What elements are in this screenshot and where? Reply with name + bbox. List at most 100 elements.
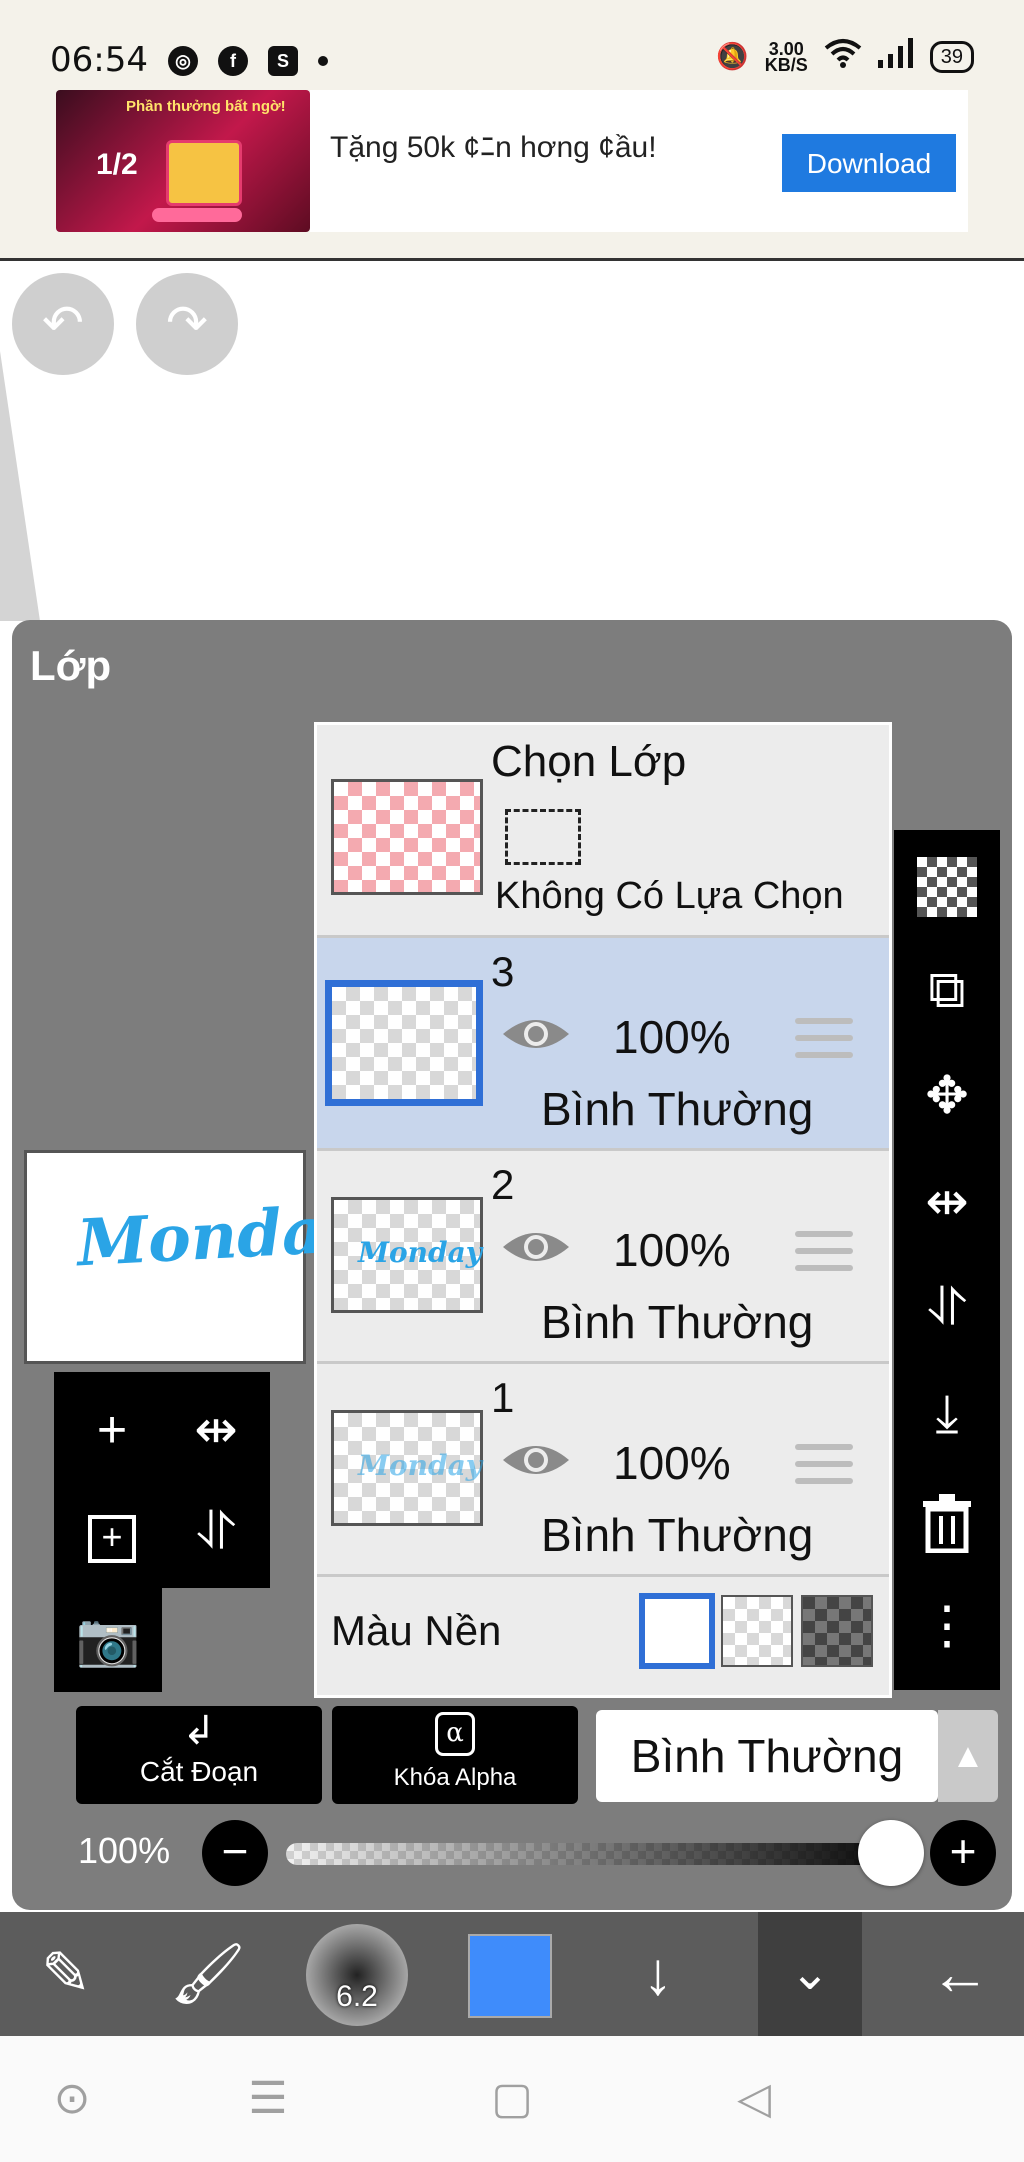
ad-text[interactable]: Tặng 50k ¢ﾆn hơng ¢ầu! [330, 122, 657, 166]
layer-number: 2 [491, 1161, 515, 1208]
status-bar: 06:54 ◎ f S 🔕 3.00 KB/S 39 [0, 0, 1024, 90]
ad-image-price: 1/2 [96, 148, 138, 181]
brush-eraser-switch-button[interactable]: ✎ [18, 1912, 114, 2036]
swap-tool-icon: ✎ [40, 1940, 92, 2007]
copy-layer-button[interactable]: + [64, 1484, 160, 1580]
square-icon: ▢ [491, 2074, 533, 2123]
home-nav-button[interactable]: ▢ [472, 2036, 552, 2162]
background-white-swatch[interactable] [639, 1593, 715, 1669]
layer-thumbnail [325, 980, 483, 1106]
flip-vertical-right-button[interactable]: ⥯ [894, 1258, 1000, 1358]
layer-opacity: 100% [613, 1011, 731, 1063]
layer-row-3[interactable]: 3 100% Bình Thường [317, 938, 889, 1151]
selection-status: Không Có Lựa Chọn [495, 875, 844, 917]
layer-thumbnail-artwork: Monday [358, 1449, 483, 1482]
canvas-preview[interactable]: Monday [24, 1150, 362, 1364]
layer-thumbnail: Monday [331, 1410, 483, 1526]
selection-layer-row[interactable]: Chọn Lớp Không Có Lựa Chọn [317, 725, 889, 938]
mute-icon: 🔕 [716, 41, 749, 71]
visibility-eye-icon[interactable] [501, 1440, 571, 1480]
transparency-button[interactable] [894, 834, 1000, 934]
drag-handle-icon[interactable] [795, 1018, 853, 1064]
background-label: Màu Nền [331, 1607, 502, 1654]
delete-layer-button[interactable] [894, 1470, 1000, 1570]
net-speed-unit: KB/S [764, 54, 808, 75]
brush-size-value: 6.2 [336, 1980, 378, 2013]
opacity-slider-knob[interactable] [858, 1820, 924, 1886]
copy-layer-icon: + [88, 1515, 136, 1563]
assistant-nav-button[interactable]: ⊙ [32, 2036, 112, 2162]
ad-image-caption: Phần thưởng bất ngờ! [126, 98, 286, 115]
layer-right-toolbar: ⧉ ✥ ⇹ ⥯ ⤓ ⋮ [894, 830, 1000, 1690]
layer-number: 3 [491, 948, 515, 995]
clip-label: Cắt Đoạn [139, 1756, 259, 1787]
triangle-up-icon: ▲ [951, 1737, 985, 1775]
more-options-button[interactable]: ⋮ [894, 1576, 1000, 1676]
selection-thumbnail [331, 779, 483, 895]
clip-button[interactable]: ↲ Cắt Đoạn [76, 1706, 322, 1804]
layer-blend-mode: Bình Thường [541, 1296, 814, 1348]
layer-panel: Lớp Monday + ⇹ + ⥯ 📷 Chọn Lớp Không Có L… [12, 620, 1012, 1910]
back-button[interactable]: ← [910, 1912, 1010, 2036]
layer-tools-grid: + ⇹ + ⥯ [54, 1372, 270, 1588]
swap-layer-button[interactable]: ⧉ [894, 940, 1000, 1040]
opacity-label: 100% [78, 1830, 171, 1871]
download-layer-button[interactable]: ↓ [610, 1912, 706, 2036]
undo-icon: ↶ [42, 295, 84, 351]
visibility-eye-icon[interactable] [501, 1227, 571, 1267]
background-transparent-swatch[interactable] [721, 1595, 793, 1667]
opacity-decrease-button[interactable]: − [202, 1820, 268, 1886]
layer-row-2[interactable]: Monday 2 100% Bình Thường [317, 1151, 889, 1364]
undo-button[interactable]: ↶ [12, 273, 114, 375]
status-time: 06:54 [50, 40, 148, 80]
back-nav-button[interactable]: ◁ [714, 2036, 794, 2162]
blend-mode-dropdown-button[interactable]: ▲ [938, 1710, 998, 1802]
dot-icon [318, 56, 328, 66]
layer-thumbnail: Monday [331, 1197, 483, 1313]
checker-icon [917, 857, 977, 918]
add-layer-button[interactable]: + [64, 1382, 160, 1478]
move-icon: ✥ [925, 1067, 969, 1125]
drag-handle-icon[interactable] [795, 1444, 853, 1490]
merge-down-button[interactable]: ⤓ [894, 1364, 1000, 1464]
arrow-down-icon: ↓ [643, 1940, 673, 2007]
gift-box-icon [166, 140, 242, 206]
system-nav-bar: ⊙ ☰ ▢ ◁ [0, 2036, 1024, 2162]
merge-down-icon: ⤓ [935, 1385, 959, 1443]
clip-icon: ↲ [182, 1709, 216, 1753]
opacity-slider-track[interactable] [286, 1843, 916, 1865]
layers-list: Chọn Lớp Không Có Lựa Chọn 3 100% Bình T… [314, 722, 892, 1698]
move-button[interactable]: ✥ [894, 1046, 1000, 1146]
layer-row-1[interactable]: Monday 1 100% Bình Thường [317, 1364, 889, 1577]
flip-horizontal-button[interactable]: ⇹ [168, 1382, 264, 1478]
drag-handle-icon[interactable] [795, 1231, 853, 1277]
collapse-panel-button[interactable]: ⌄ [758, 1912, 862, 2036]
blend-mode-select[interactable]: Bình Thường [596, 1710, 938, 1802]
ad-banner[interactable]: Phần thưởng bất ngờ! 1/2 Tặng 50k ¢ﾆn hơ… [0, 90, 1024, 261]
layer-thumbnail-artwork: Monday [358, 1236, 483, 1269]
brush-icon: 🖌 [169, 1940, 247, 2007]
layer-blend-mode: Bình Thường [541, 1509, 814, 1561]
alpha-lock-button[interactable]: α Khóa Alpha [332, 1706, 578, 1804]
selection-marquee-icon [505, 809, 581, 865]
brush-tool-button[interactable]: 🖌 [160, 1912, 256, 2036]
signal-icon [877, 38, 914, 75]
flip-horizontal-right-button[interactable]: ⇹ [894, 1152, 1000, 1252]
panel-title: Lớp [30, 642, 112, 689]
opacity-increase-button[interactable]: + [930, 1820, 996, 1886]
ad-download-button[interactable]: Download [782, 134, 956, 192]
color-swatch-button[interactable] [468, 1934, 552, 2018]
camera-button[interactable]: 📷 [60, 1592, 156, 1688]
flip-vertical-button[interactable]: ⥯ [168, 1484, 264, 1580]
camera-icon: 📷 [75, 1611, 141, 1669]
background-dark-swatch[interactable] [801, 1595, 873, 1667]
bottom-toolbar: ✎ 🖌 6.2 ↓ ⌄ ← [0, 1912, 1024, 2036]
visibility-eye-icon[interactable] [501, 1014, 571, 1054]
redo-button[interactable]: ↷ [136, 273, 238, 375]
redo-icon: ↷ [166, 295, 208, 351]
flip-horizontal-icon: ⇹ [925, 1173, 969, 1231]
brush-size-button[interactable]: 6.2 [306, 1924, 408, 2026]
recents-nav-button[interactable]: ☰ [228, 2036, 308, 2162]
canvas-area[interactable]: ↶ ↷ [0, 261, 1024, 621]
ad-image[interactable]: Phần thưởng bất ngờ! 1/2 [56, 90, 310, 232]
